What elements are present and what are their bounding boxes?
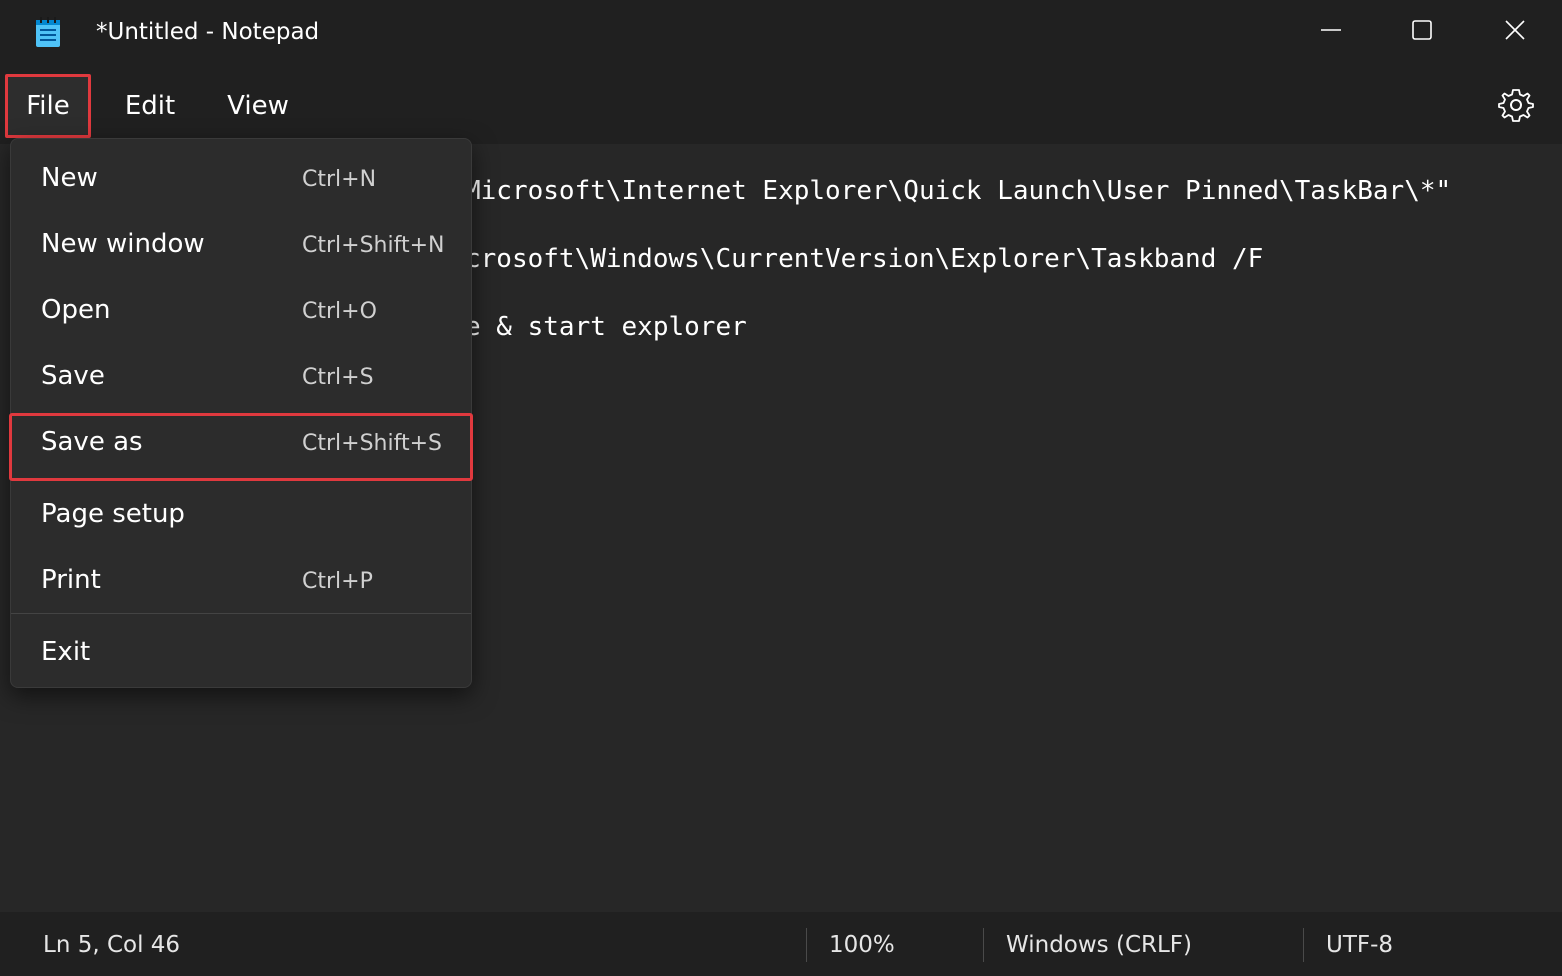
menu-edit[interactable]: Edit: [112, 74, 188, 138]
menu-file[interactable]: File: [5, 74, 91, 138]
cursor-position[interactable]: Ln 5, Col 46: [43, 932, 180, 958]
menu-item-print[interactable]: Print Ctrl+P: [11, 551, 471, 613]
editor-line: Microsoft\Internet Explorer\Quick Launch…: [465, 176, 1452, 206]
menu-item-label: New window: [41, 229, 205, 259]
maximize-icon: [1412, 20, 1432, 40]
status-divider: [983, 928, 984, 962]
menu-item-shortcut: Ctrl+O: [302, 299, 377, 324]
menu-item-label: Save: [41, 361, 105, 391]
menu-item-new[interactable]: New Ctrl+N: [11, 149, 471, 211]
menu-item-label: New: [41, 163, 98, 193]
menu-item-new-window[interactable]: New window Ctrl+Shift+N: [11, 215, 471, 277]
menu-item-open[interactable]: Open Ctrl+O: [11, 281, 471, 343]
editor-line: crosoft\Windows\CurrentVersion\Explorer\…: [465, 244, 1264, 274]
menu-divider: [11, 613, 471, 614]
menu-item-shortcut: Ctrl+S: [302, 365, 374, 390]
menu-item-shortcut: Ctrl+Shift+N: [302, 233, 445, 258]
gear-icon[interactable]: [1498, 87, 1534, 123]
menu-item-label: Exit: [41, 637, 91, 667]
title-bar[interactable]: *Untitled - Notepad: [0, 0, 1562, 68]
status-bar: Ln 5, Col 46 100% Windows (CRLF) UTF-8: [0, 912, 1562, 976]
maximize-button[interactable]: [1376, 0, 1468, 60]
close-icon: [1505, 20, 1525, 40]
highlight-box: [9, 413, 473, 481]
status-divider: [806, 928, 807, 962]
close-button[interactable]: [1469, 0, 1561, 60]
file-menu: New Ctrl+N New window Ctrl+Shift+N Open …: [9, 138, 473, 688]
menu-item-label: Page setup: [41, 499, 185, 529]
encoding[interactable]: UTF-8: [1326, 932, 1393, 958]
status-divider: [1303, 928, 1304, 962]
menu-view[interactable]: View: [214, 74, 302, 138]
menu-bar: File Edit View: [0, 68, 1562, 144]
window-title: *Untitled - Notepad: [96, 19, 320, 45]
menu-item-shortcut: Ctrl+P: [302, 569, 373, 594]
zoom-level[interactable]: 100%: [829, 932, 895, 958]
menu-item-exit[interactable]: Exit: [11, 623, 471, 685]
menu-item-page-setup[interactable]: Page setup: [11, 485, 471, 547]
menu-item-save[interactable]: Save Ctrl+S: [11, 347, 471, 409]
menu-item-shortcut: Ctrl+N: [302, 167, 377, 192]
line-ending[interactable]: Windows (CRLF): [1006, 932, 1192, 958]
menu-item-label: Open: [41, 295, 111, 325]
notepad-icon: [36, 17, 60, 47]
minimize-button[interactable]: [1285, 0, 1377, 60]
editor-line: e & start explorer: [465, 312, 747, 342]
minimize-icon: [1321, 29, 1341, 31]
menu-item-label: Print: [41, 565, 101, 595]
